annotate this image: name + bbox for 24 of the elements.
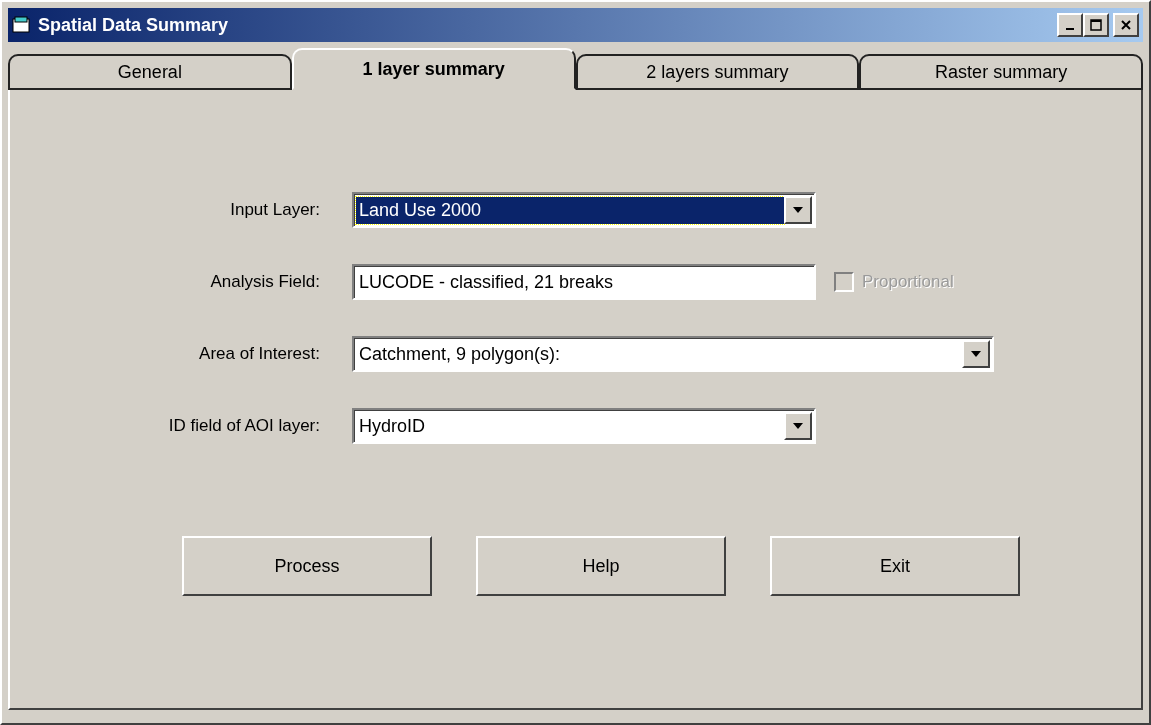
field-label: ID field of AOI layer: [167,415,320,438]
checkbox-label: Proportional [862,271,954,294]
maximize-button[interactable] [1083,13,1109,37]
dropdown-field[interactable]: Land Use 2000 [352,192,816,228]
field-label: Input Layer: [229,199,320,222]
field-label: Analysis Field: [209,271,320,294]
dialog-button[interactable]: Process [182,536,432,596]
tab[interactable]: 1 layer summary [291,48,576,90]
maximize-icon [1090,19,1102,31]
close-icon [1120,19,1132,31]
dropdown-field[interactable]: Catchment, 9 polygon(s): [352,336,994,372]
field-label: Area of Interest: [198,343,320,366]
window-title: Spatial Data Summary [38,13,229,37]
folder-icon [12,16,32,34]
minimize-icon [1066,28,1074,30]
text-field[interactable]: LUCODE - classified, 21 breaks [352,264,816,300]
minimize-button[interactable] [1057,13,1083,37]
dialog-button[interactable]: Help [476,536,726,596]
dropdown-field[interactable]: HydroID [352,408,816,444]
tab[interactable]: 2 layers summary [575,54,860,90]
dialog-button[interactable]: Exit [770,536,1020,596]
tab[interactable]: General [8,54,292,90]
tab[interactable]: Raster summary [859,54,1143,90]
close-button[interactable] [1113,13,1139,37]
